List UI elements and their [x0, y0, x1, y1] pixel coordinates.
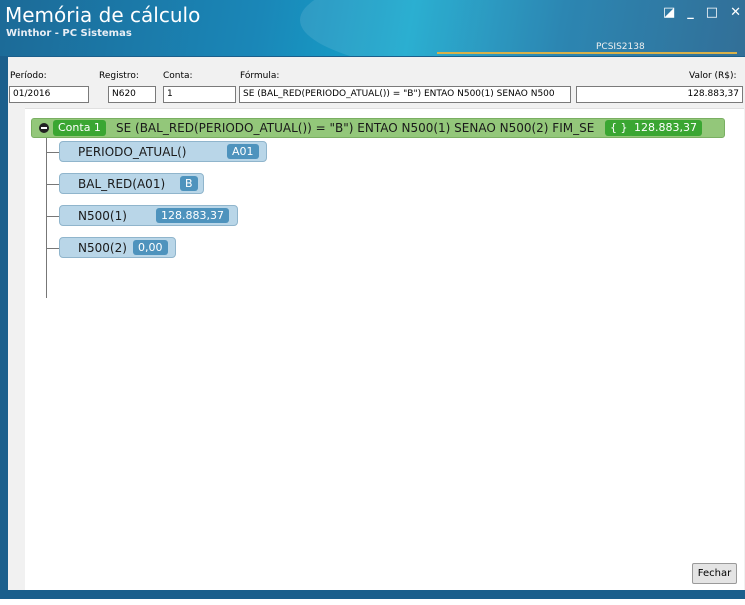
maximize-icon[interactable]: □: [706, 5, 718, 20]
close-icon[interactable]: ✕: [730, 5, 741, 20]
collapse-icon[interactable]: [39, 123, 49, 133]
child-value-badge: 128.883,37: [156, 208, 229, 223]
root-expression: SE (BAL_RED(PERIODO_ATUAL()) = "B") ENTA…: [116, 121, 595, 135]
child-expression: N500(1): [78, 209, 127, 223]
periodo-label: Período:: [10, 71, 47, 81]
window-subtitle: Winthor - PC Sistemas: [6, 28, 132, 39]
conta-field[interactable]: 1: [163, 86, 236, 103]
root-value-badge: 128.883,37: [629, 120, 702, 136]
screen-code: PCSIS2138: [596, 42, 645, 52]
valor-field[interactable]: 128.883,37: [576, 86, 743, 103]
calculation-tree-panel: Conta 1 SE (BAL_RED(PERIODO_ATUAL()) = "…: [25, 108, 744, 605]
close-button[interactable]: Fechar: [692, 563, 737, 584]
window-controls: ◪ _ □ ✕: [663, 5, 741, 20]
valor-label: Valor (R$):: [689, 71, 737, 81]
child-value-badge: B: [180, 176, 198, 191]
tree-child-node[interactable]: PERIODO_ATUAL() A01: [59, 141, 267, 162]
title-bar[interactable]: Memória de cálculo Winthor - PC Sistemas…: [0, 0, 745, 56]
title-accent-line: [437, 52, 737, 54]
minimize-icon[interactable]: _: [687, 5, 694, 20]
registro-label: Registro:: [99, 71, 139, 81]
tree-connector: [46, 138, 47, 298]
child-expression: N500(2): [78, 241, 127, 255]
child-value-badge: A01: [227, 144, 259, 159]
restore-icon[interactable]: ◪: [663, 5, 675, 20]
tree-connector: [46, 248, 59, 249]
tree-connector: [46, 216, 59, 217]
account-badge: Conta 1: [53, 120, 106, 136]
tree-connector: [46, 152, 59, 153]
window-content: Período: 01/2016 Registro: N620 Conta: 1…: [8, 57, 745, 605]
tree-root-node[interactable]: Conta 1 SE (BAL_RED(PERIODO_ATUAL()) = "…: [31, 118, 725, 138]
periodo-field[interactable]: 01/2016: [9, 86, 89, 103]
formula-label: Fórmula:: [240, 71, 280, 81]
child-expression: PERIODO_ATUAL(): [78, 145, 187, 159]
tree-child-node[interactable]: N500(2) 0,00: [59, 237, 176, 258]
calculation-memory-window: Memória de cálculo Winthor - PC Sistemas…: [0, 0, 745, 605]
tree-connector: [46, 184, 59, 185]
formula-field[interactable]: SE (BAL_RED(PERIODO_ATUAL()) = "B") ENTA…: [239, 86, 571, 103]
child-value-badge: 0,00: [133, 240, 168, 255]
tree-child-node[interactable]: N500(1) 128.883,37: [59, 205, 238, 226]
window-bottom-border: [8, 590, 745, 599]
child-expression: BAL_RED(A01): [78, 177, 166, 191]
conta-label: Conta:: [163, 71, 193, 81]
window-title: Memória de cálculo: [5, 3, 201, 27]
registro-field[interactable]: N620: [108, 86, 156, 103]
tree-child-node[interactable]: BAL_RED(A01) B: [59, 173, 204, 194]
filter-form: Período: 01/2016 Registro: N620 Conta: 1…: [8, 57, 745, 107]
